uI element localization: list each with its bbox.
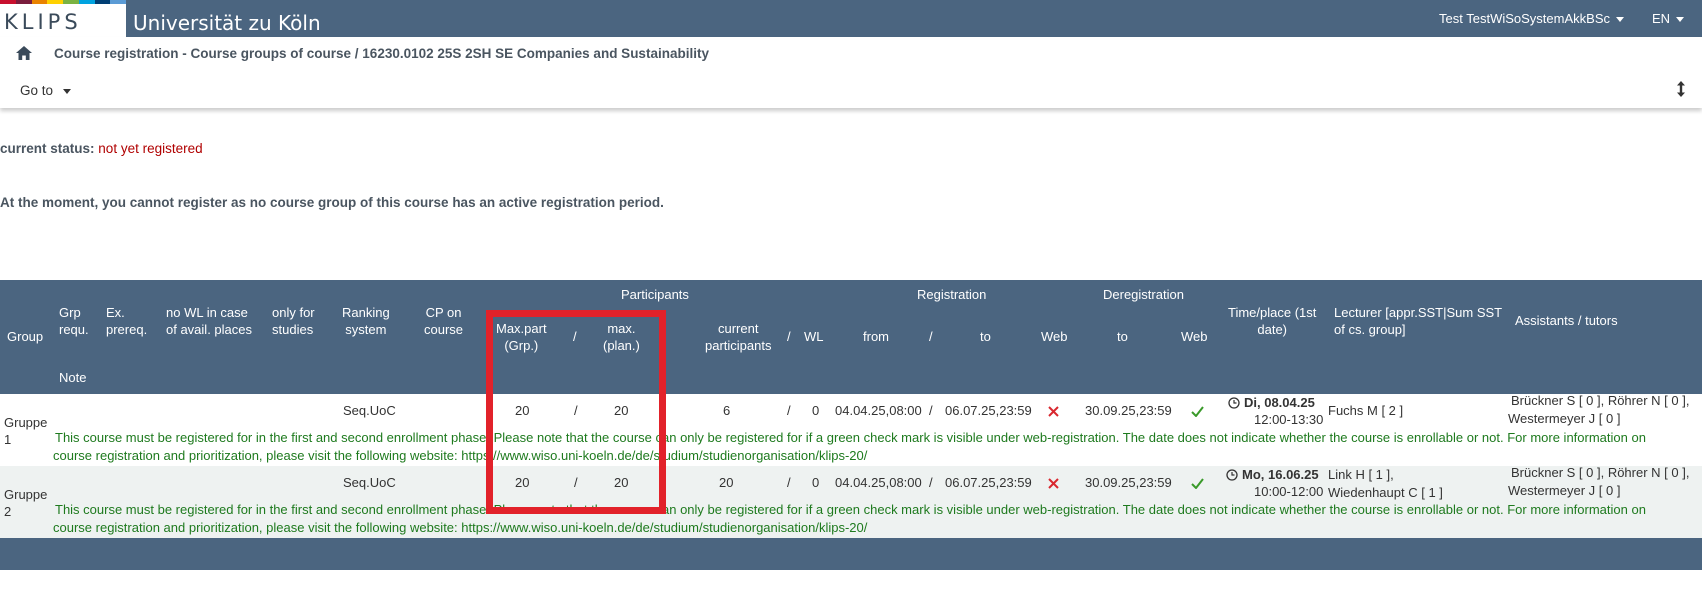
user-menu[interactable]: Test TestWiSoSystemAkkBSc: [1439, 11, 1624, 26]
status-value: not yet registered: [98, 141, 203, 156]
university-name: Universität zu Köln: [133, 11, 321, 35]
header-cp: CP on course: [424, 305, 464, 337]
chevron-down-icon: [1616, 17, 1624, 23]
header-only-studies: only for studies: [272, 305, 315, 337]
group-name[interactable]: Gruppe 1: [4, 414, 47, 448]
lecturer[interactable]: Fuchs M [ 2 ]: [1328, 402, 1403, 420]
cross-icon: [1048, 406, 1059, 417]
sub-navigation-bar: Course registration - Course groups of c…: [0, 37, 1702, 108]
header-lecturer: Lecturer [appr.SST|Sum SST of cs. group]: [1334, 305, 1503, 337]
header-dereg-web: Web: [1181, 329, 1208, 344]
waiting-list: 0: [812, 475, 820, 490]
table-footer: [0, 538, 1702, 570]
header-reg-web: Web: [1041, 329, 1068, 344]
user-name: Test TestWiSoSystemAkkBSc: [1439, 11, 1610, 26]
course-note-line-2: course registration and prioritization, …: [53, 448, 868, 463]
assistants-line-1: Brückner S [ 0 ], Röhrer N [ 0 ],: [1511, 393, 1690, 408]
header-assistants: Assistants / tutors: [1515, 313, 1618, 328]
header-time-place: Time/place (1st date): [1228, 305, 1317, 337]
registration-notice: At the moment, you cannot register as no…: [0, 195, 664, 210]
ranking-system: Seq.UoC: [343, 475, 396, 490]
table-row: Gruppe 1 Seq.UoC 20 / 20 6 / 0 04.04.25,0…: [0, 393, 1702, 466]
assistants-line-1: Brückner S [ 0 ], Röhrer N [ 0 ],: [1511, 465, 1690, 480]
group-name[interactable]: Gruppe 2: [4, 486, 47, 520]
registration-from: 04.04.25,08:00: [835, 475, 922, 490]
header-slash-2: /: [787, 329, 791, 344]
logo-color-stripes: [0, 0, 126, 4]
cross-icon: [1048, 478, 1059, 489]
header-group-deregistration: Deregistration: [1103, 287, 1184, 302]
top-bar: KLIPS 2.0 Universität zu Köln Test TestW…: [0, 0, 1702, 58]
header-no-wl: no WL in case of avail. places: [166, 305, 252, 337]
status-label: current status:: [0, 141, 95, 156]
assistants-line-2: Westermeyer J [ 0 ]: [1508, 411, 1621, 426]
table-row: Gruppe 2 Seq.UoC 20 / 20 20 / 0 04.04.25,…: [0, 465, 1702, 538]
expand-vertical-icon[interactable]: [1676, 81, 1686, 97]
current-participants: 6: [723, 403, 731, 418]
header-wl: WL: [804, 329, 824, 344]
assistants-line-2: Westermeyer J [ 0 ]: [1508, 483, 1621, 498]
first-date: Mo, 16.06.25: [1242, 467, 1319, 482]
header-group-registration: Registration: [917, 287, 987, 302]
clock-icon: [1228, 397, 1240, 409]
current-participants: 20: [719, 475, 734, 490]
header-dereg-to: to: [1117, 329, 1128, 344]
check-icon: [1191, 406, 1204, 417]
header-group-participants: Participants: [621, 287, 689, 302]
header-group: Group: [7, 329, 44, 344]
table-header: Group Grp requ. Note Ex. prereq. no WL in …: [0, 280, 1702, 394]
highlight-box: [486, 310, 666, 514]
registration-to: 06.07.25,23:59: [945, 403, 1032, 418]
chevron-down-icon: [1676, 17, 1684, 23]
language-menu[interactable]: EN: [1652, 11, 1684, 26]
slash: /: [787, 403, 791, 418]
registration-status: current status: not yet registered: [0, 141, 203, 156]
slash: /: [929, 403, 933, 418]
breadcrumb: Course registration - Course groups of c…: [54, 46, 709, 61]
deregistration-to: 30.09.25,23:59: [1085, 403, 1172, 418]
slash: /: [929, 475, 933, 490]
ranking-system: Seq.UoC: [343, 403, 396, 418]
first-date: Di, 08.04.25: [1244, 395, 1315, 410]
lecturer[interactable]: Link H [ 1 ], Wiedenhaupt C [ 1 ]: [1328, 466, 1443, 502]
header-current-participants: current participants: [705, 321, 772, 353]
header-note: Note: [59, 370, 87, 385]
header-grp-requ: Grp requ.: [59, 305, 89, 337]
registration-to: 06.07.25,23:59: [945, 475, 1032, 490]
header-ranking: Ranking system: [342, 305, 390, 337]
goto-label: Go to: [20, 83, 54, 98]
slash: /: [787, 475, 791, 490]
first-time: 12:00-13:30: [1254, 412, 1324, 427]
check-icon: [1191, 478, 1204, 489]
header-slash-3: /: [929, 329, 933, 344]
waiting-list: 0: [812, 403, 820, 418]
course-note-line-2: course registration and prioritization, …: [53, 520, 868, 535]
clock-icon: [1226, 469, 1238, 481]
course-note-line-1: This course must be registered for in th…: [55, 502, 1646, 517]
goto-menu[interactable]: Go to: [20, 83, 72, 98]
course-note-line-1: This course must be registered for in th…: [55, 430, 1646, 445]
language-label: EN: [1651, 11, 1670, 26]
header-ex-prereq: Ex. prereq.: [106, 305, 148, 337]
registration-from: 04.04.25,08:00: [835, 403, 922, 418]
header-reg-from: from: [863, 329, 889, 344]
klips-logo[interactable]: KLIPS 2.0: [0, 0, 126, 58]
deregistration-to: 30.09.25,23:59: [1085, 475, 1172, 490]
first-time: 10:00-12:00: [1254, 484, 1324, 499]
home-icon[interactable]: [16, 46, 32, 60]
header-reg-to: to: [980, 329, 991, 344]
chevron-down-icon: [63, 88, 72, 94]
